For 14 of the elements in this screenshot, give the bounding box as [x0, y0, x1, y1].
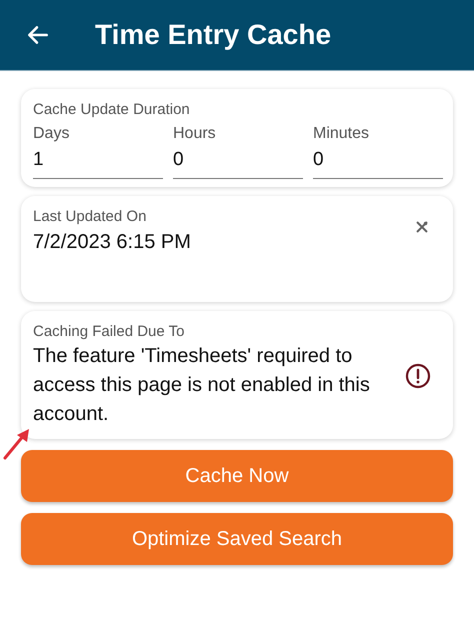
- card-title: Last Updated On: [33, 208, 148, 225]
- error-message: The feature 'Timesheets' required to access this page is not enabled in this account.: [33, 344, 371, 427]
- field-label: Minutes: [313, 125, 370, 143]
- input-field[interactable]: 0: [173, 143, 303, 179]
- input-field[interactable]: 0: [313, 143, 443, 179]
- alert-icon: [405, 363, 431, 389]
- card-title: Cache Update Duration: [33, 101, 191, 118]
- field-label: Days: [33, 125, 70, 143]
- timestamp: 7/2/2023 6:15 PM: [33, 231, 192, 254]
- input-field[interactable]: 1: [33, 143, 163, 179]
- card-title: Caching Failed Due To: [33, 323, 186, 340]
- screen-title: Time Entry Cache: [95, 19, 332, 51]
- field-label: Hours: [173, 125, 217, 143]
- annotation-arrow: [2, 427, 32, 461]
